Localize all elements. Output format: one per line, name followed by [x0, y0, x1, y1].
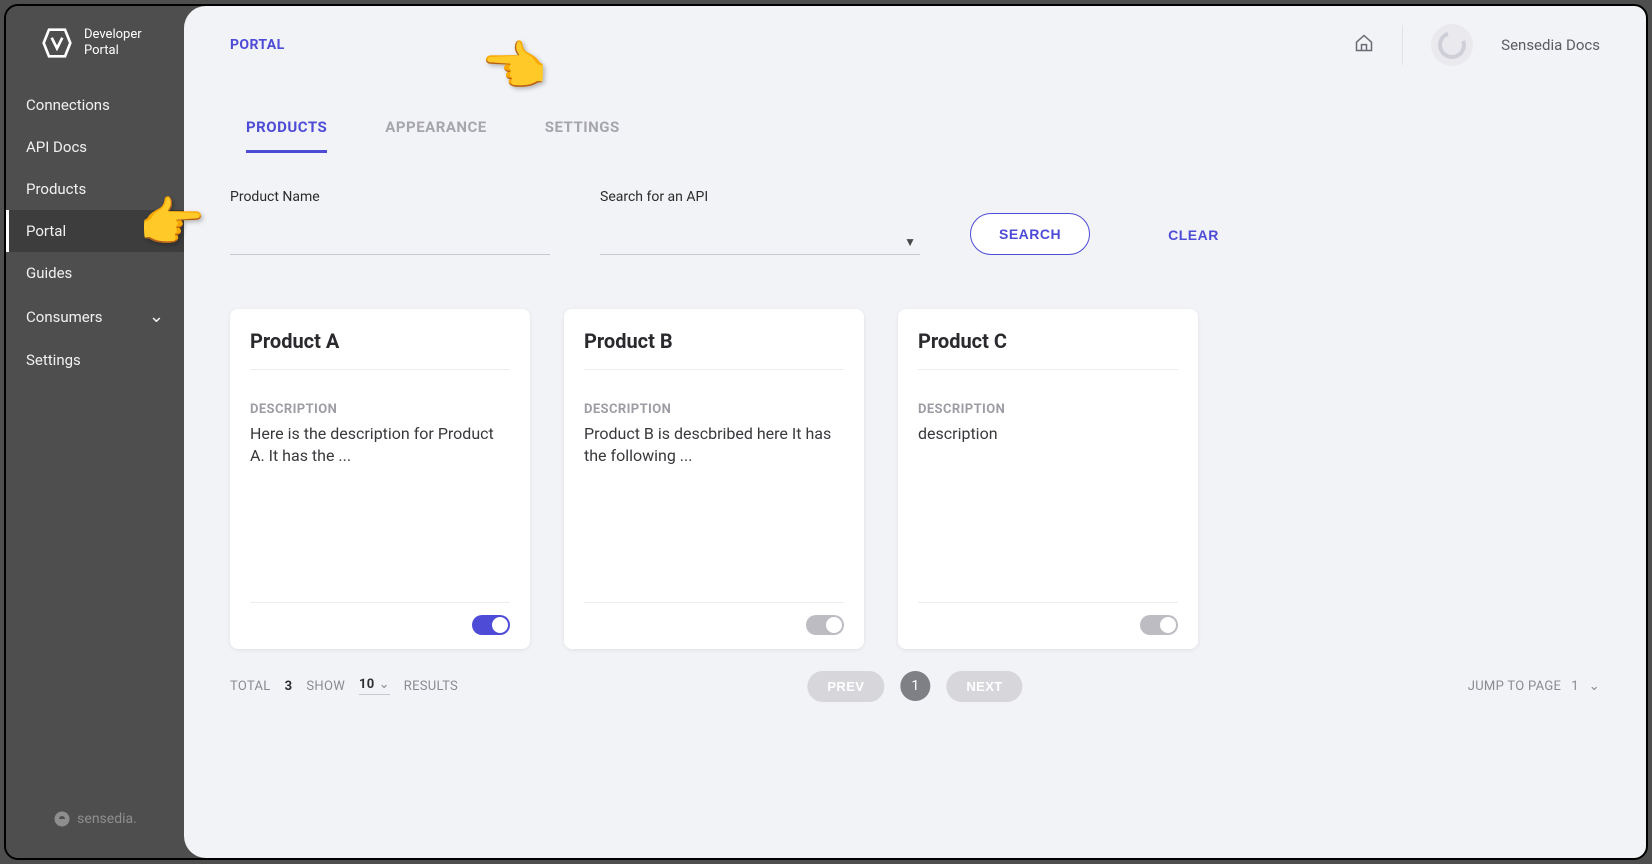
chevron-down-icon: ⌄ — [379, 677, 390, 692]
show-label: SHOW — [306, 679, 345, 694]
search-api-label: Search for an API — [600, 189, 920, 205]
results-label: RESULTS — [404, 679, 458, 694]
card-title: Product A — [250, 329, 510, 370]
pointer-annotation-icon: 👈 — [480, 36, 547, 99]
home-icon[interactable] — [1354, 33, 1374, 57]
page-current[interactable]: 1 — [900, 671, 930, 701]
sidebar: Developer Portal Connections API Docs Pr… — [6, 6, 184, 858]
clear-button[interactable]: CLEAR — [1140, 215, 1247, 255]
next-button[interactable]: NEXT — [946, 671, 1022, 702]
sidebar-item-settings[interactable]: Settings — [6, 339, 184, 381]
search-button[interactable]: SEARCH — [970, 213, 1090, 255]
sidebar-item-api-docs[interactable]: API Docs — [6, 126, 184, 168]
jump-value: 1 — [1571, 679, 1579, 694]
jump-label: JUMP TO PAGE — [1468, 679, 1561, 694]
topbar-divider — [1402, 25, 1403, 65]
card-desc-label: DESCRIPTION — [918, 402, 1178, 417]
sidebar-item-connections[interactable]: Connections — [6, 84, 184, 126]
breadcrumb: PORTAL — [230, 37, 285, 53]
chevron-down-icon[interactable]: ⌄ — [1589, 679, 1600, 694]
product-card[interactable]: Product A DESCRIPTION Here is the descri… — [230, 309, 530, 649]
prev-button[interactable]: PREV — [807, 671, 884, 702]
sidebar-item-consumers[interactable]: Consumers ⌄ — [6, 294, 184, 339]
tab-settings[interactable]: SETTINGS — [545, 118, 620, 153]
card-desc: Product B is descbribed here It has the … — [584, 423, 844, 468]
card-desc-label: DESCRIPTION — [584, 402, 844, 417]
tab-products[interactable]: PRODUCTS — [246, 118, 327, 153]
main-content: PORTAL Sensedia Docs 👈 PRODUCTS APPEARAN… — [184, 6, 1646, 858]
chevron-down-icon: ⌄ — [149, 306, 164, 327]
logo-icon — [40, 26, 74, 60]
card-desc-label: DESCRIPTION — [250, 402, 510, 417]
sidebar-item-guides[interactable]: Guides — [6, 252, 184, 294]
card-desc: description — [918, 423, 1178, 445]
product-card[interactable]: Product B DESCRIPTION Product B is descb… — [564, 309, 864, 649]
card-title: Product B — [584, 329, 844, 370]
card-title: Product C — [918, 329, 1178, 370]
logo-text: Developer Portal — [84, 27, 142, 58]
card-toggle[interactable] — [1140, 615, 1178, 635]
card-toggle[interactable] — [472, 615, 510, 635]
total-label: TOTAL — [230, 679, 271, 694]
dropdown-caret-icon: ▼ — [904, 235, 916, 249]
tab-appearance[interactable]: APPEARANCE — [385, 118, 486, 153]
logo: Developer Portal — [6, 6, 184, 84]
show-select[interactable]: 10 ⌄ — [359, 677, 390, 695]
pointer-annotation-icon: 👉 — [138, 192, 205, 255]
search-api-select[interactable] — [600, 227, 920, 255]
total-value: 3 — [285, 679, 293, 694]
product-name-label: Product Name — [230, 189, 550, 205]
product-name-input[interactable] — [230, 227, 550, 255]
avatar[interactable] — [1431, 24, 1473, 66]
product-card[interactable]: Product C DESCRIPTION description — [898, 309, 1198, 649]
sidebar-brand-footer: sensedia. — [6, 810, 184, 828]
user-name: Sensedia Docs — [1501, 36, 1600, 54]
card-desc: Here is the description for Product A. I… — [250, 423, 510, 468]
card-toggle[interactable] — [806, 615, 844, 635]
